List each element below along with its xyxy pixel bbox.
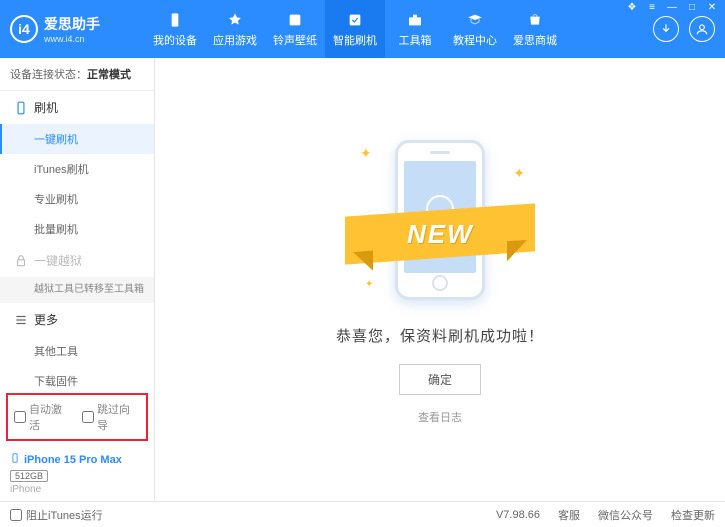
menu-other-tools[interactable]: 其他工具 — [0, 336, 154, 366]
menu-group-jailbreak: 一键越狱 — [0, 244, 154, 277]
nav-ringtones[interactable]: 铃声壁纸 — [265, 0, 325, 58]
nav-my-device[interactable]: 我的设备 — [145, 0, 205, 58]
nav-store[interactable]: 爱思商城 — [505, 0, 565, 58]
device-phone-icon — [10, 451, 20, 468]
list-icon — [14, 313, 28, 327]
ok-button[interactable]: 确定 — [399, 364, 481, 395]
footer-update[interactable]: 检查更新 — [671, 507, 715, 523]
menu-batch-flash[interactable]: 批量刷机 — [0, 214, 154, 244]
skip-guide-checkbox[interactable]: 跳过向导 — [82, 401, 140, 433]
maximize-icon[interactable]: □ — [685, 2, 699, 13]
menu-itunes-flash[interactable]: iTunes刷机 — [0, 154, 154, 184]
menu-download-firmware[interactable]: 下载固件 — [0, 366, 154, 389]
main-content: ✦ ✦ ✦ NEW 恭喜您，保资料刷机成功啦！ 确定 查看日志 — [155, 58, 725, 501]
block-itunes-checkbox[interactable]: 阻止iTunes运行 — [10, 507, 103, 523]
menu-pro-flash[interactable]: 专业刷机 — [0, 184, 154, 214]
nav-tutorials[interactable]: 教程中心 — [445, 0, 505, 58]
auto-activate-checkbox[interactable]: 自动激活 — [14, 401, 72, 433]
phone-icon — [14, 101, 28, 115]
footer: 阻止iTunes运行 V7.98.66 客服 微信公众号 检查更新 — [0, 501, 725, 527]
device-info: iPhone 15 Pro Max 512GB iPhone — [0, 445, 154, 501]
device-status: 设备连接状态：正常模式 — [0, 58, 154, 91]
download-button[interactable] — [653, 16, 679, 42]
menu-group-more[interactable]: 更多 — [0, 303, 154, 336]
profile-button[interactable] — [689, 16, 715, 42]
settings-icon[interactable]: ❖ — [625, 2, 639, 13]
device-name[interactable]: iPhone 15 Pro Max — [10, 451, 144, 468]
logo-icon: i4 — [10, 15, 38, 43]
lock-icon — [14, 254, 28, 268]
jailbreak-note: 越狱工具已转移至工具箱 — [0, 277, 154, 303]
app-title: 爱思助手 — [44, 14, 100, 34]
options-panel: 自动激活 跳过向导 — [6, 393, 148, 441]
success-illustration: ✦ ✦ ✦ NEW — [350, 135, 530, 305]
app-subtitle: www.i4.cn — [44, 34, 100, 44]
nav-flash[interactable]: 智能刷机 — [325, 0, 385, 58]
minimize-icon[interactable]: ― — [665, 2, 679, 13]
nav-apps[interactable]: 应用游戏 — [205, 0, 265, 58]
ribbon-text: NEW — [407, 218, 474, 249]
top-nav: 我的设备 应用游戏 铃声壁纸 智能刷机 工具箱 教程中心 爱思商城 — [145, 0, 653, 58]
storage-badge: 512GB — [10, 470, 48, 482]
version-label: V7.98.66 — [496, 509, 540, 521]
menu-group-flash[interactable]: 刷机 — [0, 91, 154, 124]
device-model: iPhone — [10, 484, 144, 495]
menu-one-click-flash[interactable]: 一键刷机 — [0, 124, 154, 154]
view-log-link[interactable]: 查看日志 — [418, 409, 462, 425]
nav-toolbox[interactable]: 工具箱 — [385, 0, 445, 58]
logo[interactable]: i4 爱思助手 www.i4.cn — [10, 14, 145, 44]
footer-wechat[interactable]: 微信公众号 — [598, 507, 653, 523]
footer-support[interactable]: 客服 — [558, 507, 580, 523]
close-icon[interactable]: ✕ — [705, 2, 719, 13]
header: i4 爱思助手 www.i4.cn 我的设备 应用游戏 铃声壁纸 智能刷机 工具… — [0, 0, 725, 58]
tray-icon[interactable]: ≡ — [645, 2, 659, 13]
success-message: 恭喜您，保资料刷机成功啦！ — [336, 325, 544, 346]
sidebar: 设备连接状态：正常模式 刷机 一键刷机 iTunes刷机 专业刷机 批量刷机 一… — [0, 58, 155, 501]
